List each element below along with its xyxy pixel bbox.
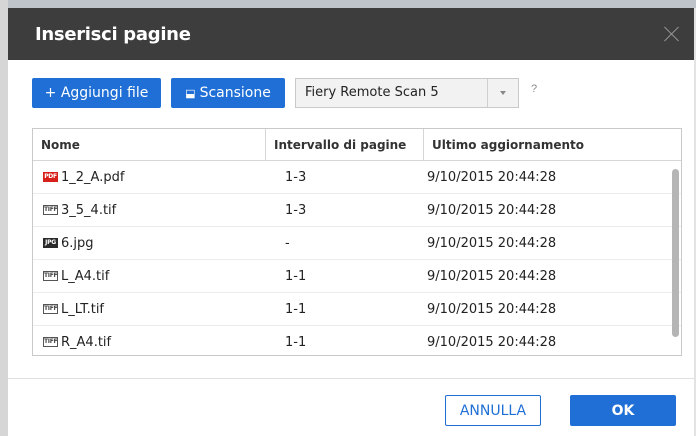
scan-button[interactable]: ⬓ Scansione <box>171 78 285 108</box>
cell-last-updated: 9/10/2015 20:44:28 <box>427 202 557 218</box>
dialog-title: Inserisci pagine <box>35 23 191 45</box>
table-row[interactable]: PDF 1_2_A.pdf 1-3 9/10/2015 20:44:28 <box>33 161 681 194</box>
table-header: Nome Intervallo di pagine Ultimo aggiorn… <box>33 129 681 161</box>
column-header-name[interactable]: Nome <box>33 129 265 160</box>
table-row[interactable]: TIFF R_A4.tif 1-1 9/10/2015 20:44:28 <box>33 326 681 355</box>
tiff-file-icon: TIFF <box>43 337 58 347</box>
file-name: R_A4.tif <box>61 334 112 350</box>
chevron-down-icon[interactable] <box>487 79 518 107</box>
cell-page-range: 1-3 <box>285 202 307 218</box>
cell-last-updated: 9/10/2015 20:44:28 <box>427 268 557 284</box>
toolbar: + Aggiungi file ⬓ Scansione Fiery Remote… <box>32 78 537 108</box>
jpg-file-icon: JPG <box>43 238 58 248</box>
close-icon[interactable] <box>664 26 680 42</box>
cell-name: TIFF L_LT.tif <box>33 302 265 317</box>
insert-pages-dialog: Inserisci pagine + Aggiungi file ⬓ Scans… <box>8 8 694 436</box>
scanner-select-value: Fiery Remote Scan 5 <box>305 85 439 100</box>
cell-page-range: 1-1 <box>285 334 307 350</box>
file-name: L_A4.tif <box>61 268 110 284</box>
table-row[interactable]: JPG 6.jpg - 9/10/2015 20:44:28 <box>33 227 681 260</box>
cancel-button[interactable]: ANNULLA <box>445 395 541 426</box>
cell-name: JPG 6.jpg <box>33 236 265 251</box>
file-name: 1_2_A.pdf <box>61 169 125 185</box>
table-row[interactable]: TIFF L_LT.tif 1-1 9/10/2015 20:44:28 <box>33 293 681 326</box>
cell-page-range: 1-1 <box>285 268 307 284</box>
cell-last-updated: 9/10/2015 20:44:28 <box>427 301 557 317</box>
pdf-file-icon: PDF <box>43 172 58 182</box>
cell-name: PDF 1_2_A.pdf <box>33 170 265 185</box>
table-body: PDF 1_2_A.pdf 1-3 9/10/2015 20:44:28 TIF… <box>33 161 681 355</box>
cell-last-updated: 9/10/2015 20:44:28 <box>427 169 557 185</box>
background-window-edge <box>0 0 8 436</box>
tiff-file-icon: TIFF <box>43 304 58 314</box>
scan-button-label: Scansione <box>199 85 271 101</box>
files-table: Nome Intervallo di pagine Ultimo aggiorn… <box>32 128 682 356</box>
tiff-file-icon: TIFF <box>43 205 58 215</box>
cell-last-updated: 9/10/2015 20:44:28 <box>427 334 557 350</box>
dialog-titlebar: Inserisci pagine <box>8 8 694 60</box>
file-name: 6.jpg <box>61 235 94 251</box>
file-name: 3_5_4.tif <box>61 202 117 218</box>
column-header-last-updated[interactable]: Ultimo aggiornamento <box>423 129 681 160</box>
tiff-file-icon: TIFF <box>43 271 58 281</box>
scanner-select[interactable]: Fiery Remote Scan 5 <box>295 78 519 108</box>
ok-button[interactable]: OK <box>570 395 676 426</box>
help-icon[interactable]: ? <box>531 83 537 95</box>
table-scrollbar[interactable] <box>672 169 679 337</box>
cell-name: TIFF L_A4.tif <box>33 269 265 284</box>
cell-page-range: 1-1 <box>285 301 307 317</box>
column-header-page-range[interactable]: Intervallo di pagine <box>265 129 423 160</box>
background-window-strip <box>0 0 696 8</box>
cell-name: TIFF R_A4.tif <box>33 335 265 350</box>
table-row[interactable]: TIFF L_A4.tif 1-1 9/10/2015 20:44:28 <box>33 260 681 293</box>
file-name: L_LT.tif <box>61 301 105 317</box>
cell-name: TIFF 3_5_4.tif <box>33 203 265 218</box>
footer-divider <box>8 378 694 379</box>
table-row[interactable]: TIFF 3_5_4.tif 1-3 9/10/2015 20:44:28 <box>33 194 681 227</box>
scanner-icon: ⬓ <box>185 86 196 100</box>
cell-last-updated: 9/10/2015 20:44:28 <box>427 235 557 251</box>
cell-page-range: 1-3 <box>285 169 307 185</box>
add-file-button[interactable]: + Aggiungi file <box>32 78 161 108</box>
cell-page-range: - <box>285 235 290 251</box>
